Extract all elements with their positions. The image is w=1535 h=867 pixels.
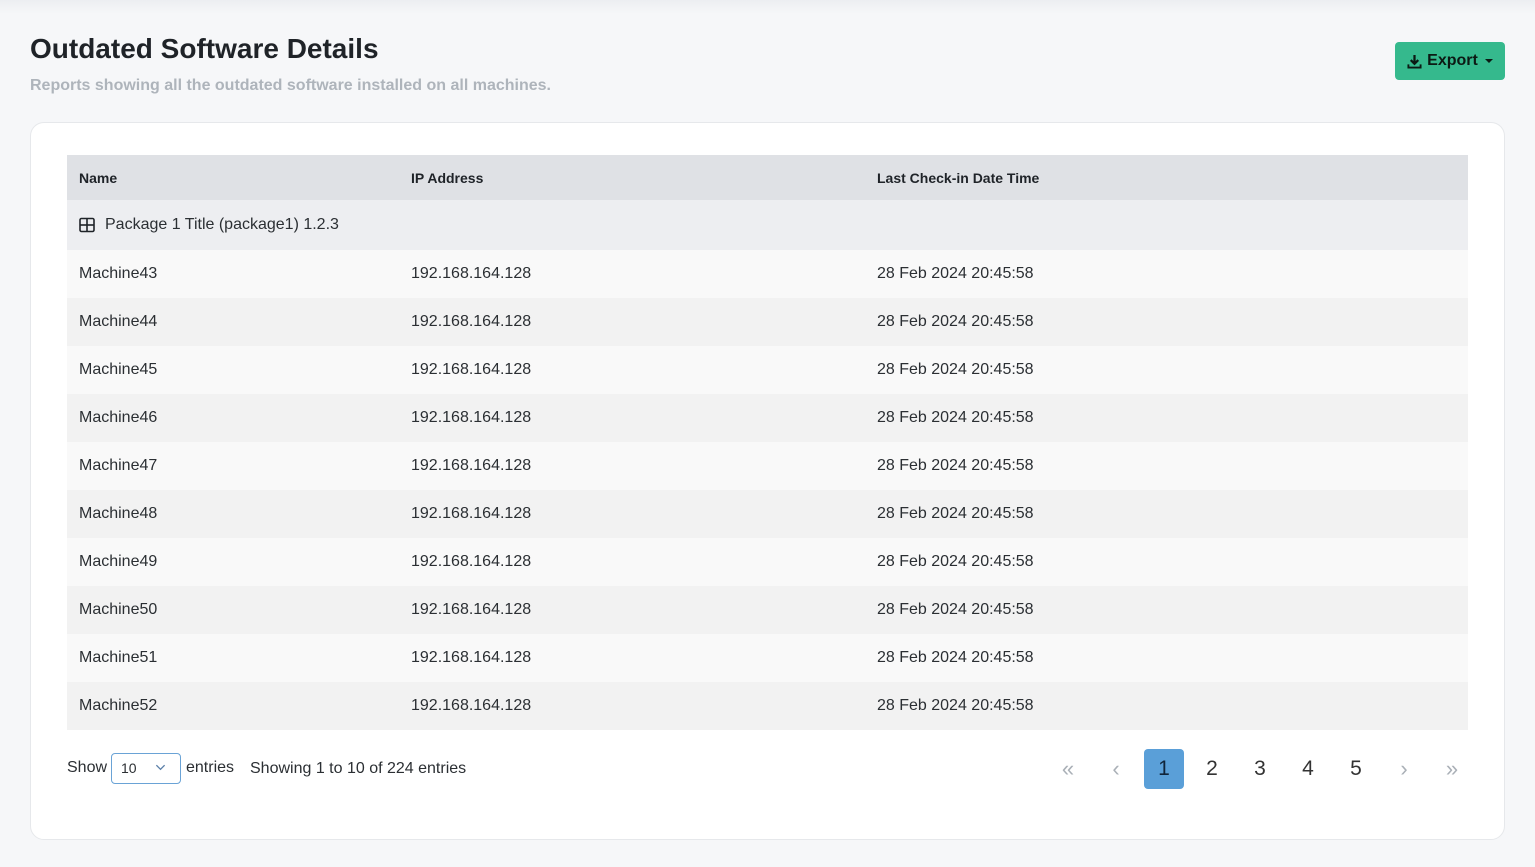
page-4-button[interactable]: 4: [1288, 749, 1328, 789]
page-size-select[interactable]: 10: [111, 753, 181, 784]
table-footer: Show 10 entries Showing 1 to 10 of 224 e…: [67, 749, 1468, 789]
ip-address-cell: 192.168.164.128: [411, 601, 532, 618]
table-row[interactable]: Machine43 192.168.164.128 28 Feb 2024 20:4…: [67, 250, 1468, 298]
table-header: Name IP Address Last Check-in Date Time: [67, 155, 1468, 200]
page-2-button[interactable]: 2: [1192, 749, 1232, 789]
last-checkin-cell: 28 Feb 2024 20:45:58: [877, 697, 1034, 714]
ip-address-cell: 192.168.164.128: [411, 697, 532, 714]
ip-address-cell: 192.168.164.128: [411, 313, 532, 330]
export-button[interactable]: Export: [1395, 42, 1505, 80]
chevron-down-icon: [155, 764, 166, 771]
next-page-button[interactable]: ›: [1384, 749, 1424, 789]
table-row[interactable]: Machine52 192.168.164.128 28 Feb 2024 20:4…: [67, 682, 1468, 730]
table-row[interactable]: Machine49 192.168.164.128 28 Feb 2024 20:4…: [67, 538, 1468, 586]
group-cell: Package 1 Title (package1) 1.2.3: [79, 216, 339, 234]
page-5-button[interactable]: 5: [1336, 749, 1376, 789]
export-label: Export: [1427, 52, 1478, 69]
table-row[interactable]: Machine46 192.168.164.128 28 Feb 2024 20:4…: [67, 394, 1468, 442]
download-icon: [1407, 54, 1422, 69]
machine-name-cell: Machine46: [79, 409, 158, 426]
previous-page-button[interactable]: ‹: [1096, 749, 1136, 789]
machine-name-cell: Machine50: [79, 601, 158, 618]
last-page-button[interactable]: »: [1432, 749, 1472, 789]
table-row[interactable]: Machine44 192.168.164.128 28 Feb 2024 20:4…: [67, 298, 1468, 346]
last-checkin-cell: 28 Feb 2024 20:45:58: [877, 409, 1034, 426]
last-checkin-cell: 28 Feb 2024 20:45:58: [877, 265, 1034, 282]
machine-name-cell: Machine45: [79, 361, 158, 378]
machine-name-cell: Machine44: [79, 313, 158, 330]
software-table: Name IP Address Last Check-in Date Time …: [67, 155, 1468, 730]
entries-label: entries: [186, 759, 235, 776]
page-1-button[interactable]: 1: [1144, 749, 1184, 789]
page-subtitle: Reports showing all the outdated softwar…: [30, 77, 551, 94]
column-header-last-checkin[interactable]: Last Check-in Date Time: [877, 170, 1039, 186]
pagination-info: Showing 1 to 10 of 224 entries: [250, 760, 467, 777]
ip-address-cell: 192.168.164.128: [411, 649, 532, 666]
machine-name-cell: Machine48: [79, 505, 158, 522]
report-card: Name IP Address Last Check-in Date Time …: [30, 122, 1505, 840]
last-checkin-cell: 28 Feb 2024 20:45:58: [877, 457, 1034, 474]
column-header-name[interactable]: Name: [79, 170, 117, 186]
ip-address-cell: 192.168.164.128: [411, 457, 532, 474]
last-checkin-cell: 28 Feb 2024 20:45:58: [877, 313, 1034, 330]
first-page-button[interactable]: «: [1048, 749, 1088, 789]
table-row[interactable]: Machine47 192.168.164.128 28 Feb 2024 20:4…: [67, 442, 1468, 490]
table-body: Machine43 192.168.164.128 28 Feb 2024 20:4…: [67, 250, 1468, 730]
ip-address-cell: 192.168.164.128: [411, 409, 532, 426]
page-size-value: 10: [121, 760, 137, 776]
last-checkin-cell: 28 Feb 2024 20:45:58: [877, 601, 1034, 618]
last-checkin-cell: 28 Feb 2024 20:45:58: [877, 361, 1034, 378]
ip-address-cell: 192.168.164.128: [411, 553, 532, 570]
machine-name-cell: Machine52: [79, 697, 158, 714]
machine-name-cell: Machine43: [79, 265, 158, 282]
page-3-button[interactable]: 3: [1240, 749, 1280, 789]
caret-down-icon: [1484, 59, 1493, 63]
ip-address-cell: 192.168.164.128: [411, 361, 532, 378]
group-label: Package 1 Title (package1) 1.2.3: [105, 216, 339, 233]
top-shadow: [0, 0, 1535, 14]
last-checkin-cell: 28 Feb 2024 20:45:58: [877, 553, 1034, 570]
page-title: Outdated Software Details: [30, 33, 379, 64]
table-row[interactable]: Machine50 192.168.164.128 28 Feb 2024 20:4…: [67, 586, 1468, 634]
table-row[interactable]: Machine45 192.168.164.128 28 Feb 2024 20:4…: [67, 346, 1468, 394]
machine-name-cell: Machine49: [79, 553, 158, 570]
machine-name-cell: Machine51: [79, 649, 158, 666]
last-checkin-cell: 28 Feb 2024 20:45:58: [877, 505, 1034, 522]
grid-icon[interactable]: [79, 217, 95, 233]
show-label: Show: [67, 759, 108, 776]
column-header-ip-address[interactable]: IP Address: [411, 170, 483, 186]
last-checkin-cell: 28 Feb 2024 20:45:58: [877, 649, 1034, 666]
group-row[interactable]: Package 1 Title (package1) 1.2.3: [67, 200, 1468, 250]
table-row[interactable]: Machine48 192.168.164.128 28 Feb 2024 20:4…: [67, 490, 1468, 538]
ip-address-cell: 192.168.164.128: [411, 265, 532, 282]
machine-name-cell: Machine47: [79, 457, 158, 474]
table-row[interactable]: Machine51 192.168.164.128 28 Feb 2024 20:4…: [67, 634, 1468, 682]
pagination: « ‹ 1 2 3 4 5 › »: [1048, 749, 1468, 789]
ip-address-cell: 192.168.164.128: [411, 505, 532, 522]
